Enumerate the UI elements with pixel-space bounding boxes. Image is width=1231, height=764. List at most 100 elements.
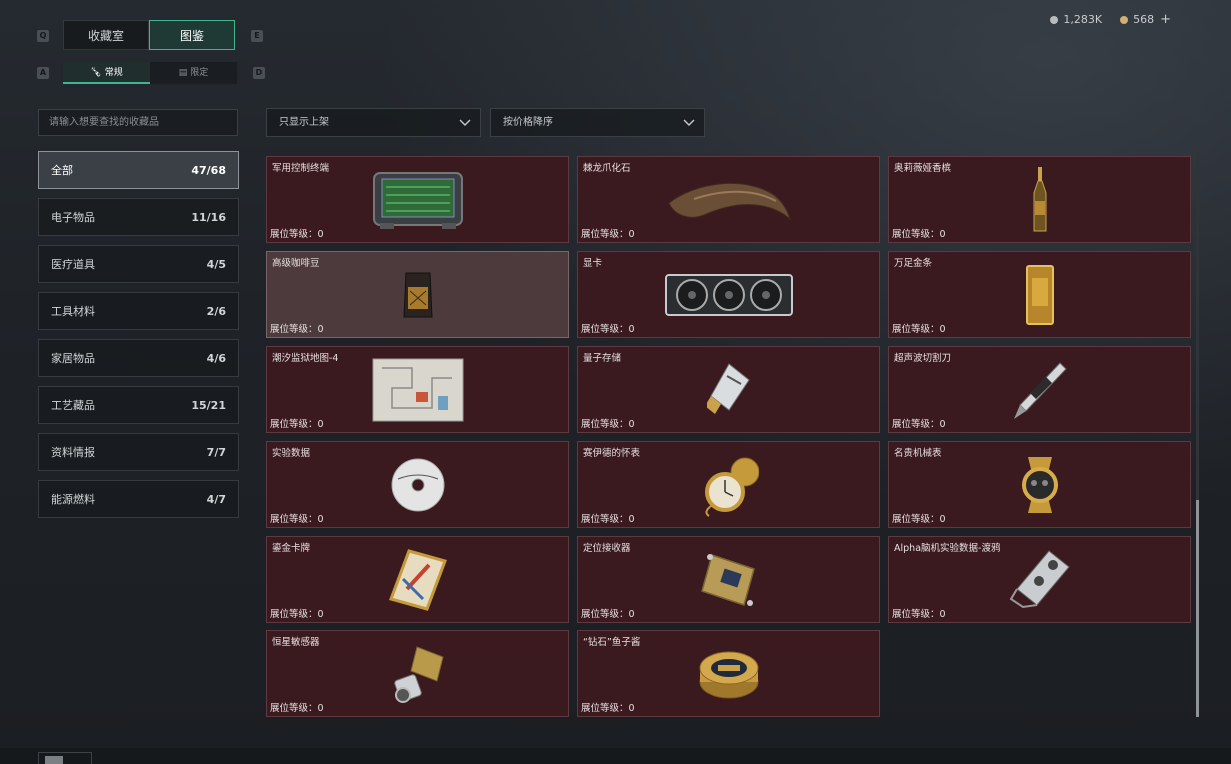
silver-currency: 1,283K bbox=[1050, 12, 1102, 27]
item-name: 鎏金卡牌 bbox=[272, 543, 311, 554]
chevron-down-icon bbox=[683, 119, 695, 126]
item-card[interactable]: 潮汐监狱地图-4 展位等级：0 bbox=[266, 346, 569, 433]
category-energy[interactable]: 能源燃料 4/7 bbox=[38, 480, 239, 518]
item-level: 展位等级：0 bbox=[581, 229, 635, 240]
gps-receiver-icon bbox=[700, 553, 755, 606]
item-level: 展位等级：0 bbox=[270, 703, 324, 714]
item-card[interactable]: 奥莉薇娅香槟 展位等级：0 bbox=[888, 156, 1191, 243]
item-name: Alpha脑机实验数据-渡鸦 bbox=[894, 543, 1001, 554]
item-card[interactable]: “钻石”鱼子酱 展位等级：0 bbox=[577, 630, 880, 717]
bottom-bar bbox=[0, 748, 1231, 764]
item-level: 展位等级：0 bbox=[892, 229, 946, 240]
gold-coin-icon bbox=[1120, 15, 1129, 24]
wristwatch-icon bbox=[1021, 456, 1058, 513]
category-count: 4/5 bbox=[206, 257, 226, 271]
back-button[interactable] bbox=[38, 752, 92, 764]
top-tabs: 收藏室 图鉴 bbox=[63, 20, 235, 50]
item-name: 名贵机械表 bbox=[894, 448, 942, 459]
category-all[interactable]: 全部 47/68 bbox=[38, 151, 239, 189]
graphics-card-icon bbox=[664, 273, 793, 316]
champagne-icon bbox=[1033, 166, 1046, 231]
item-name: 棘龙爪化石 bbox=[583, 163, 631, 174]
silver-amount: 1,283K bbox=[1063, 13, 1103, 26]
item-level: 展位等级：0 bbox=[892, 514, 946, 525]
scrollbar-thumb[interactable] bbox=[1196, 500, 1199, 717]
item-name: 量子存储 bbox=[583, 353, 622, 364]
item-level: 展位等级：0 bbox=[270, 324, 324, 335]
bottle-icon: 🍾︎ bbox=[90, 68, 102, 78]
item-name: 赛伊德的怀表 bbox=[583, 448, 641, 459]
item-name: 超声波切割刀 bbox=[894, 353, 952, 364]
item-level: 展位等级：0 bbox=[581, 703, 635, 714]
item-card[interactable]: 鎏金卡牌 展位等级：0 bbox=[266, 536, 569, 623]
category-label: 电子物品 bbox=[51, 211, 95, 224]
cutter-pen-icon bbox=[1013, 361, 1067, 419]
category-count: 11/16 bbox=[191, 210, 226, 224]
add-currency-button[interactable]: + bbox=[1160, 12, 1171, 27]
gold-bar-icon bbox=[1025, 264, 1054, 325]
silver-coin-icon bbox=[1050, 15, 1059, 24]
item-card[interactable]: 实验数据 展位等级：0 bbox=[266, 441, 569, 528]
category-count: 7/7 bbox=[206, 445, 226, 459]
key-hint-prev-tab: Q bbox=[37, 30, 49, 42]
item-card[interactable]: 棘龙爪化石 展位等级：0 bbox=[577, 156, 880, 243]
item-level: 展位等级：0 bbox=[581, 419, 635, 430]
caviar-tin-icon bbox=[699, 651, 758, 698]
category-label: 工具材料 bbox=[51, 305, 95, 318]
chevron-down-icon bbox=[459, 119, 471, 126]
shelf-filter-dropdown[interactable]: 只显示上架 bbox=[266, 108, 481, 137]
item-card[interactable]: 定位接收器 展位等级：0 bbox=[577, 536, 880, 623]
category-list: 全部 47/68 电子物品 11/16 医疗道具 4/5 工具材料 2/6 家居… bbox=[38, 151, 239, 527]
gold-card-icon bbox=[388, 548, 447, 611]
category-count: 15/21 bbox=[191, 398, 226, 412]
tab-collection-room[interactable]: 收藏室 bbox=[63, 20, 149, 50]
category-label: 资料情报 bbox=[51, 446, 95, 459]
item-level: 展位等级：0 bbox=[270, 419, 324, 430]
category-label: 家居物品 bbox=[51, 352, 95, 365]
item-card[interactable]: 量子存储 展位等级：0 bbox=[577, 346, 880, 433]
sort-value: 按价格降序 bbox=[503, 117, 553, 128]
category-count: 4/7 bbox=[206, 492, 226, 506]
item-card[interactable]: 赛伊德的怀表 展位等级：0 bbox=[577, 441, 880, 528]
item-level: 展位等级：0 bbox=[581, 609, 635, 620]
subtab-regular[interactable]: 🍾︎ 常规 bbox=[63, 62, 150, 84]
collection-screen: Q E 收藏室 图鉴 A D 🍾︎ 常规 ▤ 限定 1,283K 568 + 请输入… bbox=[0, 0, 1231, 764]
item-card[interactable]: 名贵机械表 展位等级：0 bbox=[888, 441, 1191, 528]
sort-dropdown[interactable]: 按价格降序 bbox=[490, 108, 705, 137]
category-household[interactable]: 家居物品 4/6 bbox=[38, 339, 239, 377]
item-name: 定位接收器 bbox=[583, 543, 631, 554]
category-label: 工艺藏品 bbox=[51, 399, 95, 412]
item-level: 展位等级：0 bbox=[270, 609, 324, 620]
pocket-watch-icon bbox=[704, 457, 759, 517]
subtab-regular-label: 常规 bbox=[104, 68, 123, 78]
item-card[interactable]: Alpha脑机实验数据-渡鸦 展位等级：0 bbox=[888, 536, 1191, 623]
item-name: 高级咖啡豆 bbox=[272, 258, 320, 269]
category-electronics[interactable]: 电子物品 11/16 bbox=[38, 198, 239, 236]
item-card[interactable]: 超声波切割刀 展位等级：0 bbox=[888, 346, 1191, 433]
category-medical[interactable]: 医疗道具 4/5 bbox=[38, 245, 239, 283]
tab-catalog[interactable]: 图鉴 bbox=[149, 20, 235, 50]
category-count: 4/6 bbox=[206, 351, 226, 365]
category-crafts[interactable]: 工艺藏品 15/21 bbox=[38, 386, 239, 424]
item-card[interactable]: 恒星敏感器 展位等级：0 bbox=[266, 630, 569, 717]
item-name: 显卡 bbox=[583, 258, 603, 269]
map-icon bbox=[372, 358, 463, 421]
key-hint-prev-subtab: A bbox=[37, 67, 49, 79]
item-card[interactable]: 军用控制终端 展位等级：0 bbox=[266, 156, 569, 243]
search-input[interactable]: 请输入想要查找的收藏品 bbox=[38, 109, 238, 136]
subtab-limited[interactable]: ▤ 限定 bbox=[150, 62, 237, 84]
gold-amount: 568 bbox=[1133, 13, 1155, 26]
item-name: 实验数据 bbox=[272, 448, 311, 459]
item-level: 展位等级：0 bbox=[581, 514, 635, 525]
currency-bar: 1,283K 568 + bbox=[1032, 12, 1171, 27]
item-level: 展位等级：0 bbox=[270, 229, 324, 240]
item-card[interactable]: 显卡 展位等级：0 bbox=[577, 251, 880, 338]
item-card[interactable]: 高级咖啡豆 展位等级：0 bbox=[266, 251, 569, 338]
control-terminal-icon bbox=[372, 171, 463, 229]
category-label: 能源燃料 bbox=[51, 493, 95, 506]
category-intel[interactable]: 资料情报 7/7 bbox=[38, 433, 239, 471]
item-level: 展位等级：0 bbox=[892, 609, 946, 620]
item-card[interactable]: 万足金条 展位等级：0 bbox=[888, 251, 1191, 338]
category-tools[interactable]: 工具材料 2/6 bbox=[38, 292, 239, 330]
item-level: 展位等级：0 bbox=[581, 324, 635, 335]
